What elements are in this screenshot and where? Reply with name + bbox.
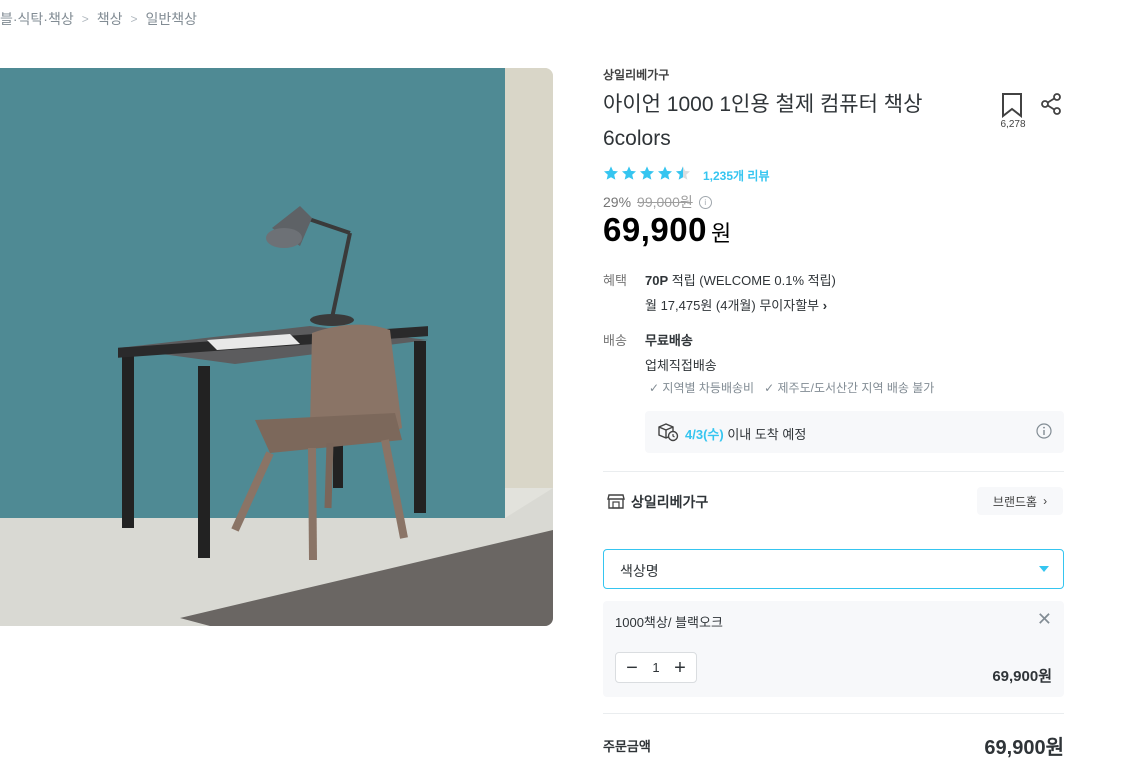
selected-option-price: 69,900원	[992, 668, 1052, 685]
info-icon[interactable]: i	[698, 195, 712, 209]
arrival-estimate-box: 4/3(수) 이내 도착 예정	[645, 411, 1064, 453]
points-amount: 70P	[645, 273, 669, 288]
price-unit: 원	[710, 221, 732, 246]
brand-home-label: 브랜드홈	[992, 494, 1038, 509]
star-icon	[603, 165, 619, 186]
brand-row-name[interactable]: 상일리베가구	[631, 492, 708, 512]
order-total-price: 69,900원	[984, 737, 1064, 759]
color-option-select[interactable]: 색상명	[603, 549, 1064, 589]
price-discount-row: 29% 99,000원 i	[603, 192, 712, 212]
half-star-icon	[675, 165, 691, 186]
sale-price: 69,900 원	[603, 211, 732, 249]
brand-home-button[interactable]: 브랜드홈 ›	[977, 487, 1063, 515]
store-icon	[607, 492, 625, 515]
brand-name[interactable]: 상일리베가구	[603, 66, 669, 83]
benefit-label: 혜택	[603, 273, 627, 288]
star-icon	[639, 165, 655, 186]
quantity-value[interactable]: 1	[652, 660, 659, 675]
sale-price-value: 69,900	[603, 211, 707, 248]
divider	[603, 471, 1064, 472]
plus-button[interactable]: +	[670, 658, 690, 678]
breadcrumb: 블·식탁·책상 > 책상 > 일반책상	[0, 9, 197, 29]
arrival-rest: 이내 도착 예정	[723, 427, 807, 442]
chevron-right-icon: >	[81, 12, 89, 26]
points-detail: 적립 (WELCOME 0.1% 적립)	[668, 273, 836, 288]
box-clock-icon	[657, 422, 679, 447]
info-icon[interactable]	[1036, 423, 1052, 444]
caret-down-icon	[1039, 566, 1049, 572]
product-title-line1: 아이언 1000 1인용 철제 컴퓨터 책상	[603, 93, 923, 116]
star-icon	[621, 165, 637, 186]
delivery-notes: ✓ 지역별 차등배송비 ✓ 제주도/도서산간 지역 배송 불가	[649, 379, 934, 396]
select-placeholder: 색상명	[620, 563, 659, 579]
check-icon: ✓	[649, 381, 660, 395]
chevron-right-icon: ›	[822, 298, 828, 313]
rating[interactable]: 1,235개 리뷰	[603, 165, 769, 186]
arrival-text: 4/3(수) 이내 도착 예정	[685, 424, 806, 443]
installment-text: 월 17,475원 (4개월) 무이자할부	[645, 298, 820, 313]
selected-option-name: 1000책상/ 블랙오크	[615, 615, 723, 630]
product-title-line2: 6colors	[603, 127, 671, 150]
breadcrumb-item[interactable]: 블·식탁·책상	[0, 9, 74, 29]
close-icon[interactable]: ✕	[1037, 609, 1052, 630]
breadcrumb-item[interactable]: 일반책상	[146, 9, 198, 29]
delivery-method: 업체직접배송	[645, 358, 717, 373]
delivery-type: 무료배송	[645, 333, 693, 348]
share-icon[interactable]	[1039, 92, 1063, 121]
points-text: 70P 적립 (WELCOME 0.1% 적립)	[645, 270, 836, 289]
quantity-stepper: − 1 +	[615, 652, 697, 683]
divider	[603, 713, 1064, 714]
delivery-note: 제주도/도서산간 지역 배송 불가	[777, 381, 935, 395]
minus-button[interactable]: −	[622, 658, 642, 678]
installment-link[interactable]: 월 17,475원 (4개월) 무이자할부 ›	[645, 295, 827, 314]
chevron-right-icon: >	[130, 12, 138, 26]
original-price: 99,000원	[637, 194, 693, 210]
delivery-note: 지역별 차등배송비	[662, 381, 755, 395]
star-icon	[657, 165, 673, 186]
bookmark-count: 6,278	[1000, 119, 1026, 130]
product-image	[0, 68, 553, 626]
arrival-date: 4/3(수)	[685, 427, 724, 442]
delivery-label: 배송	[603, 333, 627, 348]
discount-rate: 29%	[603, 194, 632, 210]
order-total-label: 주문금액	[603, 739, 651, 754]
review-count-link[interactable]: 1,235개 리뷰	[703, 167, 769, 184]
breadcrumb-item[interactable]: 책상	[97, 9, 123, 29]
product-title: 아이언 1000 1인용 철제 컴퓨터 책상 6colors	[603, 88, 943, 156]
check-icon: ✓	[764, 381, 775, 395]
chevron-right-icon: ›	[1043, 494, 1048, 508]
selected-option-box: 1000책상/ 블랙오크 ✕ − 1 + 69,900원	[603, 601, 1064, 697]
